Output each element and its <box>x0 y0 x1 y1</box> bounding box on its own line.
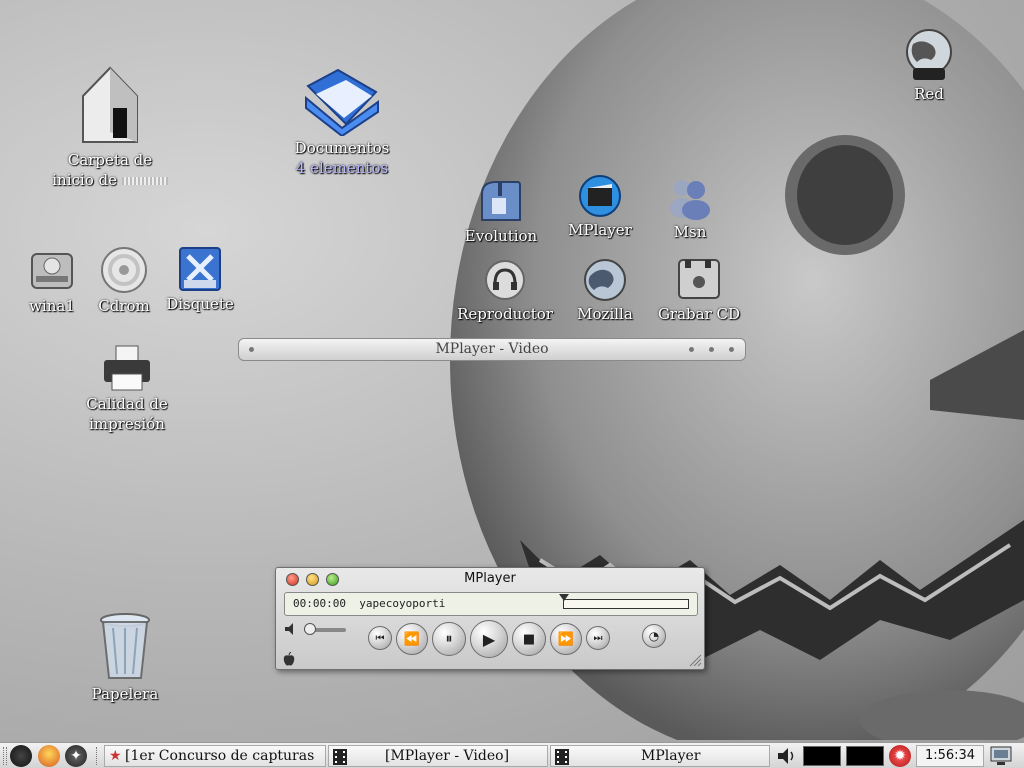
desktop-icon-disquete[interactable]: Disquete <box>135 246 265 314</box>
pager-workspace-1[interactable] <box>803 746 841 766</box>
impresion-label-line2: impresión <box>89 415 165 433</box>
documentos-label: Documentos <box>294 139 390 157</box>
seek-thumb[interactable] <box>559 594 569 601</box>
speaker-volume-icon[interactable] <box>777 747 797 765</box>
zoom-button[interactable] <box>326 573 339 586</box>
video-window-title: MPlayer - Video <box>435 341 549 357</box>
elapsed-time: 00:00:00 <box>293 597 346 610</box>
clock[interactable]: 1:56:34 <box>916 745 984 767</box>
documents-folder-icon <box>305 68 379 136</box>
close-dot[interactable] <box>729 347 734 352</box>
maximize-dot[interactable] <box>709 347 714 352</box>
shell-launcher-icon[interactable] <box>38 745 60 767</box>
seek-bar[interactable] <box>559 594 689 609</box>
mozilla-globe-icon <box>584 259 626 301</box>
task-concurso[interactable]: ★ [1er Concurso de capturas <box>104 745 326 767</box>
film-strip-icon <box>555 749 569 765</box>
red-label: Red <box>914 85 944 103</box>
apple-menu-icon[interactable] <box>283 652 295 666</box>
grabar-cd-label: Grabar CD <box>657 305 741 323</box>
task-mplayer-label: MPlayer <box>641 748 701 764</box>
clock-time: 1:56:34 <box>924 748 976 763</box>
network-globe-icon <box>906 29 952 80</box>
star-icon: ★ <box>109 748 122 764</box>
film-strip-icon <box>333 749 347 765</box>
msn-label: Msn <box>673 223 707 241</box>
documentos-count: 4 elementos <box>295 159 389 177</box>
home-label-line2: inicio de <box>45 170 175 190</box>
desktop-icon-red[interactable]: Red <box>864 28 994 104</box>
mplayer-titlebar[interactable]: MPlayer <box>276 568 704 590</box>
next-button[interactable]: ⏭ <box>586 626 610 650</box>
desktop-icon-papelera[interactable]: Papelera <box>60 612 190 704</box>
trash-can-icon <box>100 613 150 679</box>
headphones-speaker-icon <box>485 260 525 300</box>
desktop-icon-documentos[interactable]: Documentos 4 elementos <box>277 62 407 178</box>
window-menu-dot[interactable] <box>249 347 254 352</box>
pause-button[interactable]: ⏸ <box>432 622 466 656</box>
stop-button[interactable]: ■ <box>512 622 546 656</box>
toaster-burn-cd-icon <box>678 259 720 299</box>
show-desktop-icon[interactable] <box>990 746 1012 766</box>
desktop-icon-home[interactable]: Carpeta de inicio de <box>45 62 175 190</box>
mplayer-title: MPlayer <box>464 571 516 586</box>
minimize-dot[interactable] <box>689 347 694 352</box>
taskbar-grip[interactable] <box>3 747 7 765</box>
msn-buddy-icon <box>670 180 710 220</box>
mplayer-video-window-shaded[interactable]: MPlayer - Video <box>238 338 746 361</box>
minimize-button[interactable] <box>306 573 319 586</box>
rewind-button[interactable]: ⏪ <box>396 623 428 655</box>
taskbar-separator <box>96 747 100 765</box>
track-title: yapecoyoporti <box>359 597 446 610</box>
task-mplayer-video[interactable]: [MPlayer - Video] <box>328 745 548 767</box>
disquete-label: Disquete <box>166 295 234 313</box>
star-launcher-icon[interactable]: ✦ <box>65 745 87 767</box>
home-folder-icon <box>82 66 138 143</box>
desktop-icon-impresion[interactable]: Calidad de impresión <box>62 344 192 434</box>
impresion-label-line1: Calidad de <box>86 395 168 413</box>
printer-icon <box>104 345 150 391</box>
mplayer-clapper-icon <box>579 175 621 217</box>
home-label-line1: Carpeta de <box>67 151 153 169</box>
taskbar: ✦ ★ [1er Concurso de capturas [MPlayer -… <box>0 742 1024 768</box>
redacted-username <box>121 177 168 185</box>
task-mplayer-video-label: [MPlayer - Video] <box>385 748 510 764</box>
papelera-label: Papelera <box>91 685 159 703</box>
play-button[interactable]: ▶ <box>470 620 508 658</box>
notification-icon[interactable]: ✹ <box>889 745 911 767</box>
resize-grip-icon[interactable] <box>688 653 702 667</box>
gnome-foot-menu-icon[interactable] <box>10 745 32 767</box>
desktop-icon-msn[interactable]: Msn <box>625 176 755 242</box>
pager-workspace-2[interactable] <box>846 746 884 766</box>
close-button[interactable] <box>286 573 299 586</box>
volume-slider-knob[interactable] <box>304 623 317 635</box>
task-concurso-label: [1er Concurso de capturas <box>125 748 315 764</box>
desktop-icon-grabar-cd[interactable]: Grabar CD <box>634 254 764 324</box>
mplayer-display: 00:00:00 yapecoyoporti <box>284 592 698 616</box>
floppy-disk-icon <box>179 247 221 291</box>
task-mplayer[interactable]: MPlayer <box>550 745 770 767</box>
volume-icon <box>285 623 293 635</box>
previous-button[interactable]: ⏮ <box>368 626 392 650</box>
fast-forward-button[interactable]: ⏩ <box>550 623 582 655</box>
equalizer-button[interactable]: ◔ <box>642 624 666 648</box>
mplayer-window: MPlayer 00:00:00 yapecoyoporti ⏮ ⏪ ⏸ ▶ ■… <box>275 567 705 670</box>
evolution-mailbox-icon <box>481 181 521 221</box>
